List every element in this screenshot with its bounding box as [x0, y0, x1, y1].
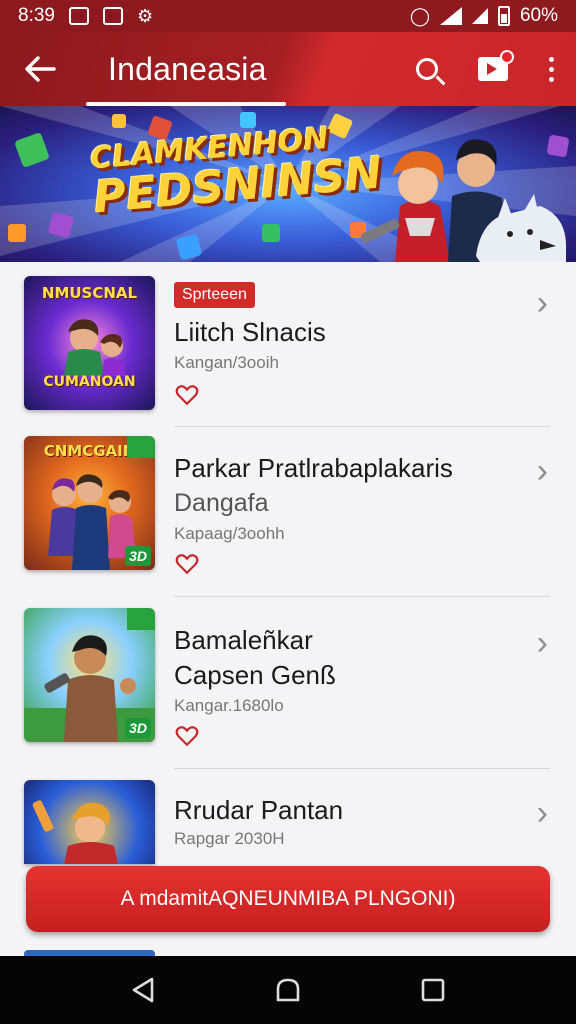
battery-percent: 60% [519, 5, 558, 26]
game-thumbnail: 3D [24, 608, 155, 742]
notification-bug-icon: ⚙ [136, 5, 154, 26]
promo-banner[interactable]: CLAMKENHON PEDSNINSN [0, 106, 576, 262]
notification-badge [500, 50, 514, 64]
system-nav-bar [0, 956, 576, 1024]
item-meta: Kangan/3ooih [174, 353, 279, 372]
list-item[interactable]: Rrudar Pantan Rapgar 2030H › [0, 772, 576, 864]
wifi-icon [439, 7, 462, 25]
item-subtitle: Dangafa [174, 489, 269, 517]
primary-action-label: A mdamitAQNEUNMIBA PLNGONI) [120, 887, 456, 910]
heart-outline-icon[interactable] [174, 722, 200, 748]
inbox-button[interactable] [460, 32, 526, 106]
game-thumbnail: NMUSCNAL CUMANOAN [24, 276, 155, 410]
game-thumbnail [24, 780, 155, 864]
cell-signal-icon [471, 8, 488, 24]
3d-badge: 3D [125, 718, 151, 738]
primary-action-button[interactable]: A mdamitAQNEUNMIBA PLNGONI) [26, 866, 550, 932]
thumbnail-corner [127, 436, 155, 458]
alarm-icon: ◯ [409, 5, 430, 26]
status-time: 8:39 [18, 5, 55, 26]
battery-icon [497, 6, 510, 26]
item-title: Rrudar Pantan [174, 795, 344, 825]
page-title: Indaneasia [108, 50, 267, 87]
heart-outline-icon[interactable] [174, 381, 200, 407]
notification-app-icon [68, 7, 89, 25]
nav-recents-icon [422, 978, 445, 1002]
overflow-menu-button[interactable] [526, 32, 576, 106]
item-title: Bamaleñkar [174, 625, 313, 655]
nav-back-icon [132, 977, 153, 1003]
list-item[interactable]: 3D Bamaleñkar Capsen Genß Kangar.1680lo … [0, 602, 576, 772]
status-badge: Sprteeen [174, 282, 255, 308]
item-title: Liitch Slnacis [174, 317, 326, 347]
nav-home-button[interactable] [258, 960, 318, 1020]
nav-back-button[interactable] [113, 960, 173, 1020]
more-vert-icon [548, 56, 554, 82]
item-meta: Kapaag/3oohh [174, 524, 285, 543]
screen: 8:39 ⚙ ◯ 60% Indaneasia CLAMKENHON PEDSN… [0, 0, 576, 1024]
status-bar: 8:39 ⚙ ◯ 60% [0, 0, 576, 32]
back-arrow-icon [25, 56, 56, 82]
item-subtitle: Capsen Genß [174, 660, 336, 690]
nav-recents-button[interactable] [403, 960, 463, 1020]
divider [174, 426, 550, 427]
divider [174, 596, 550, 597]
back-button[interactable] [0, 32, 80, 106]
notification-image-icon [102, 7, 123, 25]
item-meta: Rapgar 2030H [174, 829, 285, 848]
list-item[interactable]: NMUSCNAL CUMANOAN Sprteeen Liitch Slnaci… [0, 262, 576, 430]
game-thumbnail: CNMCGAIN 3D [24, 436, 155, 570]
search-icon [416, 58, 438, 80]
chevron-right-icon: › [536, 452, 548, 490]
heart-outline-icon[interactable] [174, 550, 200, 576]
chevron-right-icon: › [536, 284, 548, 322]
app-bar: Indaneasia [0, 32, 576, 106]
thumbnail-corner [127, 608, 155, 630]
divider [174, 768, 550, 769]
3d-badge: 3D [125, 546, 151, 566]
thumbnail-title-top: NMUSCNAL [41, 284, 138, 302]
thumbnail-title-bottom: CUMANOAN [43, 374, 136, 390]
chevron-right-icon: › [536, 794, 548, 832]
nav-home-icon [276, 978, 300, 1002]
chevron-right-icon: › [536, 624, 548, 662]
search-button[interactable] [394, 32, 460, 106]
item-meta: Kangar.1680lo [174, 696, 284, 715]
item-title: Parkar Pratlrabaplakaris [174, 453, 453, 483]
list-item[interactable]: CNMCGAIN 3D Parkar Pratlrabaplakaris Dan… [0, 430, 576, 602]
